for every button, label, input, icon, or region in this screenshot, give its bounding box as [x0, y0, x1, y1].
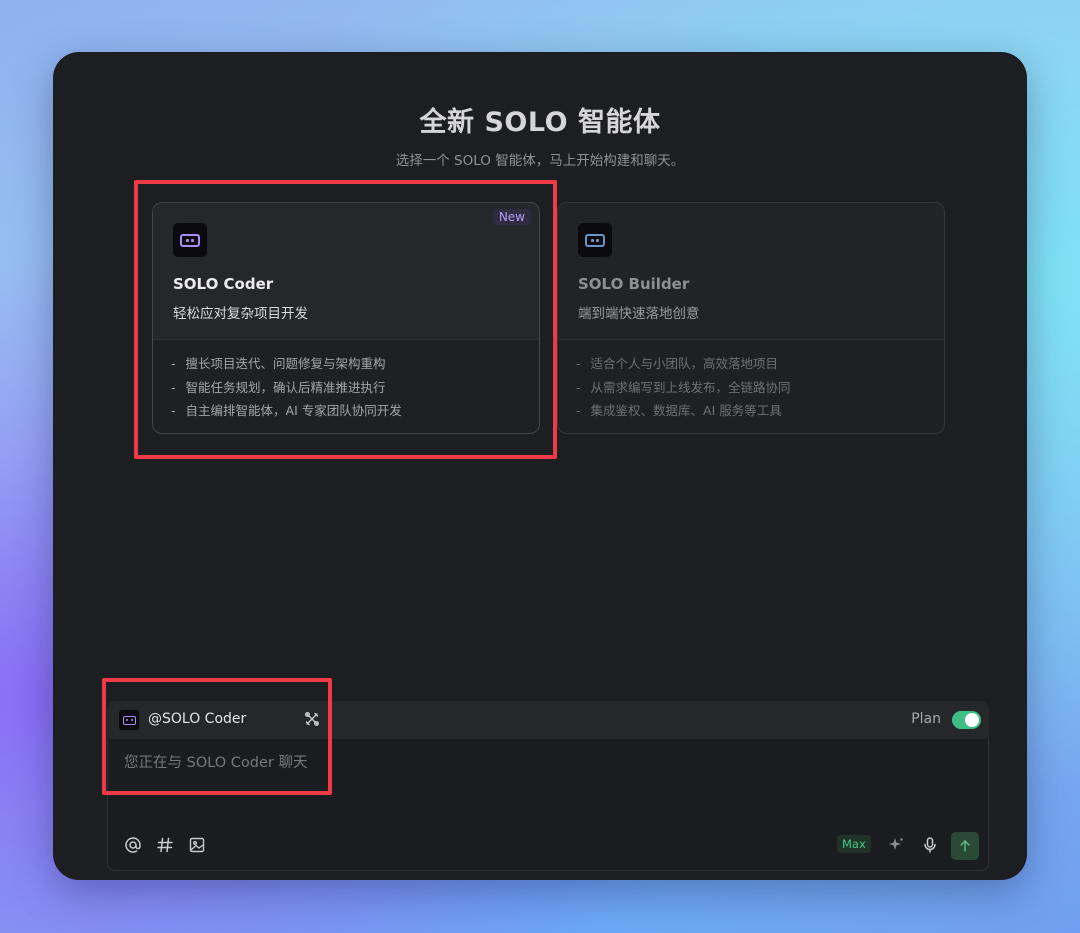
toggle-knob [965, 713, 979, 727]
highlight-box-card [134, 180, 557, 459]
microphone-icon[interactable] [919, 834, 941, 856]
send-arrow-icon [960, 839, 970, 852]
feature-list: - 适合个人与小团队，高效落地项目 - 从需求编写到上线发布，全链路协同 - 集成鉴权… [558, 340, 944, 425]
plan-label: Plan [911, 711, 941, 727]
plan-toggle[interactable] [952, 711, 981, 729]
send-button[interactable] [951, 832, 979, 860]
solo-builder-card[interactable]: SOLO Builder 端到端快速落地创意 - 适合个人与小团队，高效落地项目 … [557, 202, 945, 434]
highlight-box-composer [102, 678, 332, 795]
solo-window: 全新 SOLO 智能体 选择一个 SOLO 智能体，马上开始构建和聊天。 New… [53, 52, 1027, 880]
hash-icon[interactable] [154, 834, 176, 856]
robot-face-icon [578, 223, 612, 257]
card-title: SOLO Builder [578, 275, 690, 293]
image-icon[interactable] [186, 834, 208, 856]
sparkle-icon[interactable] [885, 834, 907, 856]
card-description: 端到端快速落地创意 [578, 306, 700, 322]
feature-item: - 集成鉴权、数据库、AI 服务等工具 [576, 403, 782, 418]
max-mode-badge[interactable]: Max [837, 835, 871, 853]
at-icon[interactable] [122, 834, 144, 856]
page-title: 全新 SOLO 智能体 [419, 107, 661, 138]
feature-item: - 从需求编写到上线发布，全链路协同 [576, 379, 791, 395]
page-subtitle: 选择一个 SOLO 智能体，马上开始构建和聊天。 [395, 153, 685, 169]
feature-item: - 适合个人与小团队，高效落地项目 [576, 356, 779, 371]
card-header: SOLO Builder 端到端快速落地创意 [558, 203, 944, 340]
